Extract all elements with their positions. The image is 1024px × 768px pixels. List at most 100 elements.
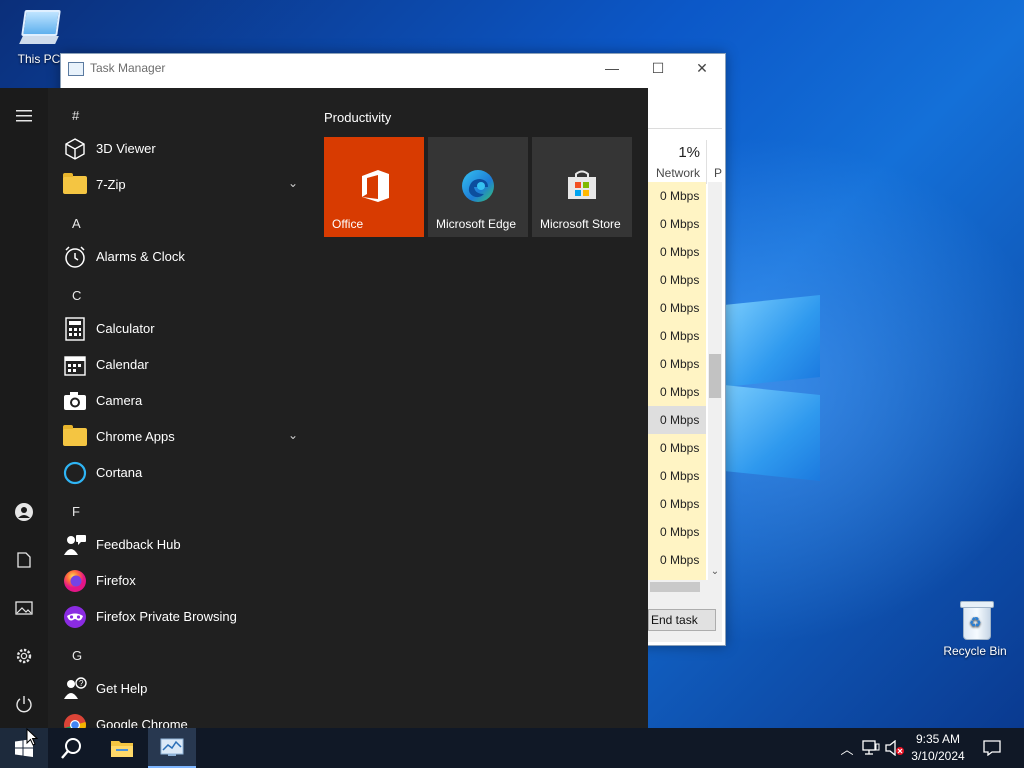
recycle-bin-icon: ♻ (953, 600, 997, 640)
app-alarms-clock[interactable]: Alarms & Clock (62, 239, 308, 275)
process-row[interactable]: 0 Mbps (648, 462, 706, 490)
minimize-button[interactable]: — (589, 54, 635, 84)
process-row[interactable]: 0 Mbps (648, 350, 706, 378)
file-explorer-button[interactable] (98, 728, 146, 768)
clock[interactable]: 9:35 AM 3/10/2024 (906, 731, 970, 765)
search-icon (61, 738, 81, 759)
app-name: Cortana (96, 465, 143, 480)
process-row[interactable]: 0 Mbps (648, 518, 706, 546)
app-chrome-apps[interactable]: Chrome Apps ⌄ (62, 419, 308, 455)
tile-group-title[interactable]: Productivity (324, 110, 391, 125)
app-list: # 3D Viewer 7-Zip ⌄ A Alarms & Clock C C… (48, 88, 310, 728)
app-name: Firefox (96, 573, 136, 588)
letter-header[interactable]: A (72, 216, 81, 231)
search-button[interactable] (48, 728, 96, 768)
calculator-icon (62, 317, 88, 341)
app-name: Chrome Apps (96, 429, 175, 444)
documents-icon[interactable] (8, 544, 40, 576)
app-firefox[interactable]: Firefox (62, 563, 308, 599)
vertical-scrollbar[interactable]: ⌄ (708, 182, 722, 580)
start-button[interactable] (0, 728, 48, 768)
folder-icon (62, 173, 88, 197)
user-account-icon[interactable] (8, 496, 40, 528)
title-bar[interactable]: Task Manager — ☐ ✕ (61, 54, 725, 84)
tile-microsoft-store[interactable]: Microsoft Store (532, 137, 632, 237)
volume-muted-icon[interactable] (884, 728, 906, 768)
letter-header[interactable]: G (72, 648, 82, 663)
app-calendar[interactable]: Calendar (62, 347, 308, 383)
app-name: Calculator (96, 321, 155, 336)
tile-microsoft-edge[interactable]: Microsoft Edge (428, 137, 528, 237)
tile-office[interactable]: Office (324, 137, 424, 237)
desktop-icon-recycle-bin[interactable]: ♻ Recycle Bin (940, 600, 1010, 658)
notification-icon (983, 740, 1001, 756)
end-task-button[interactable]: End task (648, 609, 716, 631)
mouse-cursor (26, 727, 39, 749)
app-name: 3D Viewer (96, 141, 156, 156)
process-row[interactable]: 0 Mbps (648, 434, 706, 462)
desktop-icon-label: Recycle Bin (943, 644, 1007, 658)
scroll-thumb[interactable] (709, 354, 721, 398)
app-google-chrome[interactable]: Google Chrome (62, 707, 308, 728)
next-column-label[interactable]: P (714, 166, 722, 180)
chevron-down-icon[interactable]: ⌄ (288, 176, 298, 190)
folder-icon (62, 425, 88, 449)
window-title: Task Manager (90, 61, 166, 75)
task-manager-icon (160, 738, 184, 756)
letter-header[interactable]: # (72, 108, 79, 123)
process-row[interactable]: 0 Mbps (648, 322, 706, 350)
camera-icon (62, 389, 88, 413)
desktop-icon-label: This PC (17, 52, 61, 66)
process-row[interactable]: 0 Mbps (648, 210, 706, 238)
cube-icon (62, 137, 88, 161)
app-cortana[interactable]: Cortana (62, 455, 308, 491)
cortana-ring-icon (62, 461, 88, 485)
letter-header[interactable]: F (72, 504, 80, 519)
edge-icon (461, 169, 495, 206)
process-row[interactable]: 0 Mbps (648, 490, 706, 518)
close-button[interactable]: ✕ (679, 54, 725, 84)
app-calculator[interactable]: Calculator (62, 311, 308, 347)
hscroll-thumb[interactable] (650, 582, 700, 592)
app-7-zip[interactable]: 7-Zip ⌄ (62, 167, 308, 203)
process-row[interactable]: 0 Mbps (648, 266, 706, 294)
hamburger-menu-icon[interactable] (8, 100, 40, 132)
svg-text:?: ? (79, 679, 84, 688)
network-column-header[interactable]: 1% Network (648, 140, 707, 184)
process-row[interactable]: 0 Mbps (648, 238, 706, 266)
calendar-icon (62, 353, 88, 377)
task-manager-icon (68, 62, 84, 76)
chevron-down-icon[interactable]: ⌄ (288, 428, 298, 442)
app-3d-viewer[interactable]: 3D Viewer (62, 131, 308, 167)
horizontal-scrollbar[interactable] (648, 580, 722, 594)
app-get-help[interactable]: ? Get Help (62, 671, 308, 707)
folder-icon (111, 741, 133, 757)
process-row[interactable]: 0 Mbps (648, 294, 706, 322)
settings-gear-icon[interactable] (8, 640, 40, 672)
app-name: Get Help (96, 681, 148, 696)
taskbar: ︿ 9:35 AM 3/10/2024 (0, 728, 1024, 768)
private-mask-icon (62, 605, 88, 629)
clock-date: 3/10/2024 (911, 749, 965, 763)
task-manager-taskbar-button[interactable] (148, 728, 196, 768)
process-row[interactable]: 0 Mbps (648, 406, 706, 434)
maximize-button[interactable]: ☐ (635, 54, 681, 84)
process-row[interactable]: 0 Mbps (648, 546, 706, 574)
app-camera[interactable]: Camera (62, 383, 308, 419)
app-feedback-hub[interactable]: Feedback Hub (62, 527, 308, 563)
show-hidden-icons-button[interactable]: ︿ (838, 728, 856, 768)
network-rows: 0 Mbps 0 Mbps 0 Mbps 0 Mbps 0 Mbps 0 Mbps 0 Mb… (648, 182, 706, 580)
app-name: Feedback Hub (96, 537, 181, 552)
process-row[interactable]: 0 Mbps (648, 378, 706, 406)
clock-time: 9:35 AM (915, 732, 961, 746)
pictures-icon[interactable] (8, 592, 40, 624)
power-icon[interactable] (8, 688, 40, 720)
app-name: Camera (96, 393, 143, 408)
scroll-down-arrow[interactable]: ⌄ (708, 566, 722, 577)
network-status-icon[interactable] (860, 728, 882, 768)
action-center-button[interactable] (978, 728, 1006, 768)
process-row[interactable]: 0 Mbps (648, 182, 706, 210)
tile-label: Office (332, 217, 364, 231)
letter-header[interactable]: C (72, 288, 81, 303)
app-firefox-private[interactable]: Firefox Private Browsing (62, 599, 308, 635)
